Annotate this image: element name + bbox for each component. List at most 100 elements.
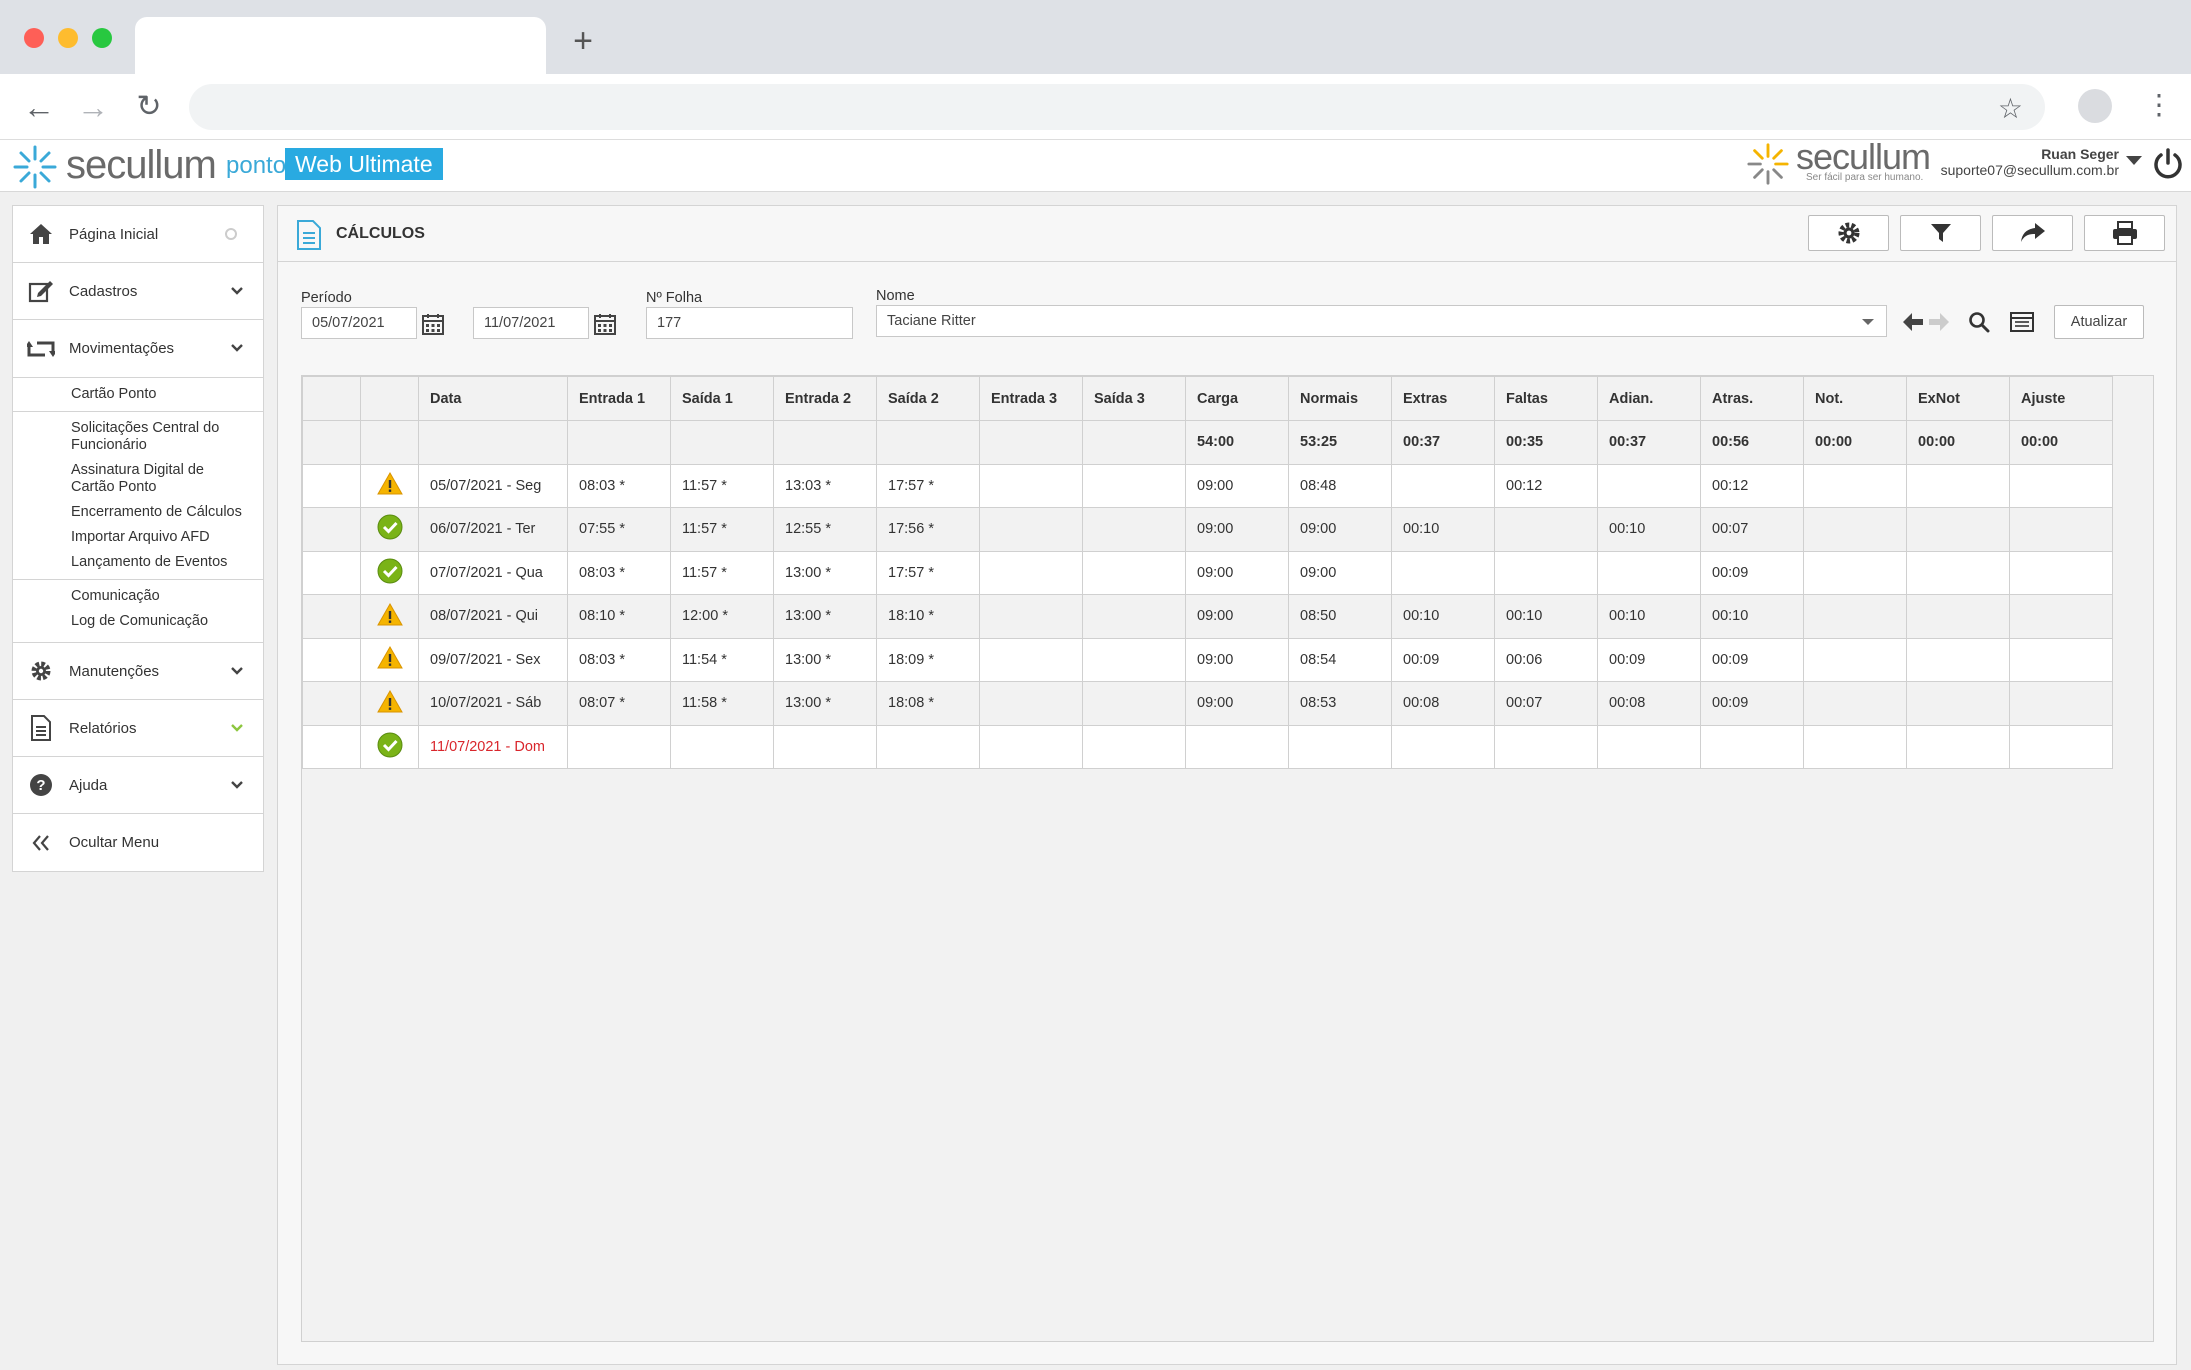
table-row[interactable]: 08/07/2021 - Qui 08:10 * 12:00 * 13:00 * 18:… — [302, 594, 2113, 639]
arrow-right-icon[interactable] — [1928, 312, 1950, 332]
bookmark-star-icon[interactable]: ☆ — [1998, 92, 2023, 125]
table-row[interactable]: 11/07/2021 - Dom — [302, 724, 2113, 769]
sidebar-item-home[interactable]: Página Inicial — [13, 206, 263, 263]
table-cell: 00:07 — [1700, 507, 1804, 552]
table-cell — [1082, 463, 1186, 508]
submenu-item-encerramento[interactable]: Encerramento de Cálculos — [13, 504, 263, 521]
sidebar-item-manutencoes[interactable]: Manutenções — [13, 643, 263, 700]
column-header[interactable]: Extras — [1391, 376, 1495, 421]
table-cell — [2009, 507, 2113, 552]
sidebar-item-label: Cadastros — [69, 282, 138, 300]
table-cell: 00:12 — [1494, 463, 1598, 508]
caret-down-icon — [1862, 319, 1874, 325]
submenu-item-cartao-ponto[interactable]: Cartão Ponto — [13, 377, 263, 403]
table-cell — [1803, 681, 1907, 726]
submenu-item-log-comunicacao[interactable]: Log de Comunicação — [13, 613, 263, 630]
panel-header: CÁLCULOS — [278, 206, 2176, 262]
column-header[interactable]: Carga — [1185, 376, 1289, 421]
back-icon[interactable]: ← — [22, 90, 56, 124]
share-icon — [2020, 223, 2045, 242]
column-header[interactable]: Faltas — [1494, 376, 1598, 421]
pin-icon[interactable] — [225, 228, 237, 240]
submenu-item-importar-afd[interactable]: Importar Arquivo AFD — [13, 529, 263, 546]
list-view-icon[interactable] — [2010, 312, 2034, 332]
column-header[interactable]: Atras. — [1700, 376, 1804, 421]
periodo-inicio-input[interactable]: 05/07/2021 — [301, 307, 417, 339]
sidebar-item-movimentacoes[interactable]: Movimentações — [13, 320, 263, 377]
table-cell: 18:09 * — [876, 637, 980, 682]
arrow-left-icon[interactable] — [1902, 312, 1924, 332]
column-header[interactable]: Entrada 1 — [567, 376, 671, 421]
column-header[interactable]: ExNot — [1906, 376, 2010, 421]
atualizar-button[interactable]: Atualizar — [2054, 305, 2144, 339]
column-header[interactable]: Entrada 3 — [979, 376, 1083, 421]
column-header[interactable]: Adian. — [1597, 376, 1701, 421]
table-cell — [302, 637, 361, 682]
minimize-window-button[interactable] — [58, 28, 78, 48]
reload-icon[interactable]: ↻ — [132, 90, 166, 124]
calendar-icon[interactable] — [594, 313, 616, 335]
close-window-button[interactable] — [24, 28, 44, 48]
table-cell — [1391, 550, 1495, 595]
print-icon — [2112, 221, 2137, 245]
column-header[interactable]: Normais — [1288, 376, 1392, 421]
table-cell: 13:03 * — [773, 463, 877, 508]
share-button[interactable] — [1992, 215, 2073, 251]
forward-icon[interactable]: → — [76, 90, 110, 124]
table-cell: 08/07/2021 - Qui — [418, 594, 568, 639]
table-cell — [2009, 724, 2113, 769]
table-cell: 13:00 * — [773, 550, 877, 595]
header-blank — [302, 376, 361, 421]
column-header[interactable]: Entrada 2 — [773, 376, 877, 421]
edit-icon — [27, 277, 55, 305]
browser-tab[interactable] — [135, 17, 546, 74]
calendar-icon[interactable] — [422, 313, 444, 335]
nome-select[interactable]: Taciane Ritter — [876, 305, 1887, 337]
totals-row[interactable]: 54:00 53:25 00:37 00:35 00:37 00:56 00:00 00:00… — [302, 420, 2113, 465]
table-cell: 11/07/2021 - Dom — [418, 724, 568, 769]
submenu-item-comunicacao[interactable]: Comunicação — [13, 579, 263, 605]
submenu-item-assinatura-digital[interactable]: Assinatura Digital de Cartão Ponto — [13, 462, 263, 496]
sidebar-item-label: Página Inicial — [69, 225, 159, 243]
sidebar-item-ocultar-menu[interactable]: Ocultar Menu — [13, 814, 263, 871]
column-header[interactable]: Ajuste — [2009, 376, 2113, 421]
power-icon[interactable] — [2150, 146, 2186, 182]
table-cell — [2009, 594, 2113, 639]
column-header[interactable]: Saída 3 — [1082, 376, 1186, 421]
warning-icon — [360, 681, 419, 726]
maximize-window-button[interactable] — [92, 28, 112, 48]
column-header[interactable]: Not. — [1803, 376, 1907, 421]
column-header[interactable]: Saída 1 — [670, 376, 774, 421]
new-tab-icon[interactable]: + — [568, 24, 598, 58]
periodo-fim-input[interactable]: 11/07/2021 — [473, 307, 589, 339]
profile-avatar[interactable] — [2078, 89, 2112, 123]
table-row[interactable]: 10/07/2021 - Sáb 08:07 * 11:58 * 13:00 * 18:… — [302, 681, 2113, 726]
search-icon[interactable] — [1968, 311, 1990, 333]
retweet-icon — [27, 335, 55, 363]
table-cell — [1391, 463, 1495, 508]
sidebar-item-ajuda[interactable]: ? Ajuda — [13, 757, 263, 814]
user-menu-caret-icon[interactable] — [2126, 156, 2142, 165]
filter-button[interactable] — [1900, 215, 1981, 251]
gear-icon — [1838, 222, 1859, 244]
table-cell: 07/07/2021 - Qua — [418, 550, 568, 595]
settings-button[interactable] — [1808, 215, 1889, 251]
table-cell — [1803, 637, 1907, 682]
main-panel: CÁLCULOS Período 05/07/2021 11/07/2021 N… — [277, 205, 2177, 1365]
table-row[interactable]: 05/07/2021 - Seg 08:03 * 11:57 * 13:03 * 17:… — [302, 463, 2113, 508]
print-button[interactable] — [2084, 215, 2165, 251]
column-header[interactable]: Saída 2 — [876, 376, 980, 421]
table-cell: 09:00 — [1185, 681, 1289, 726]
address-bar[interactable]: ☆ — [189, 84, 2045, 130]
browser-menu-icon[interactable]: ⋮ — [2145, 90, 2173, 120]
submenu-item-lancamento-eventos[interactable]: Lançamento de Eventos — [13, 554, 263, 571]
table-row[interactable]: 07/07/2021 - Qua 08:03 * 11:57 * 13:00 * 17:… — [302, 550, 2113, 595]
folha-input[interactable]: 177 — [646, 307, 853, 339]
sidebar-item-cadastros[interactable]: Cadastros — [13, 263, 263, 320]
sidebar-item-relatorios[interactable]: Relatórios — [13, 700, 263, 757]
table-cell — [1906, 550, 2010, 595]
column-header[interactable]: Data — [418, 376, 568, 421]
table-row[interactable]: 06/07/2021 - Ter 07:55 * 11:57 * 12:55 * 17:… — [302, 507, 2113, 552]
table-row[interactable]: 09/07/2021 - Sex 08:03 * 11:54 * 13:00 * 18:… — [302, 637, 2113, 682]
submenu-item-solicitacoes[interactable]: Solicitações Central do Funcionário — [13, 411, 263, 454]
